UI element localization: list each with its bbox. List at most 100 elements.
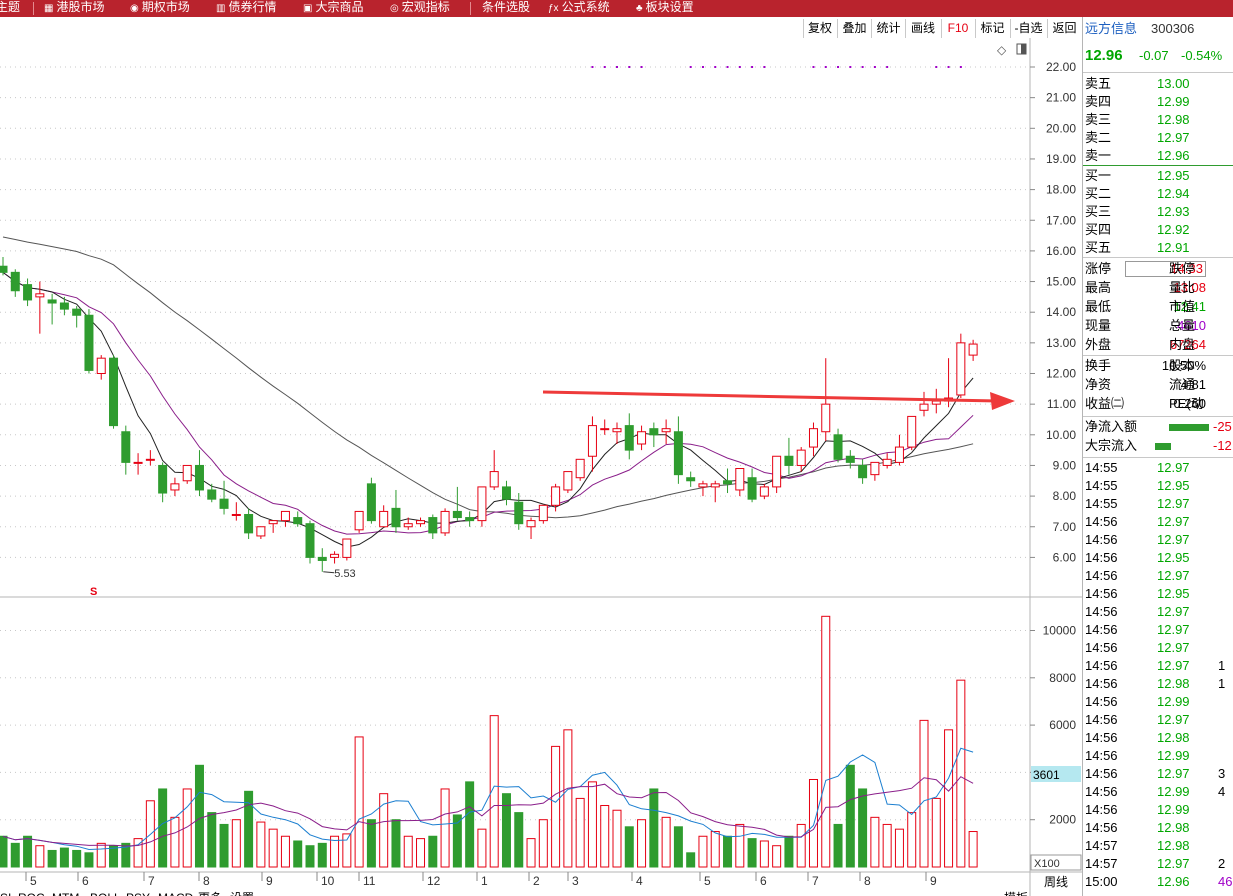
candle-body[interactable]	[109, 357, 119, 427]
menu-2[interactable]: ◉ 期权市场	[130, 0, 190, 17]
menu-6[interactable]: 条件选股	[482, 0, 530, 17]
candle-body[interactable]	[403, 523, 413, 528]
volume-bar[interactable]	[84, 852, 94, 868]
volume-bar[interactable]	[403, 835, 413, 868]
candle-body[interactable]	[624, 425, 634, 451]
template-button[interactable]: 模板	[1004, 891, 1028, 896]
volume-bar[interactable]	[231, 819, 241, 868]
volume-bar[interactable]	[710, 831, 720, 868]
volume-bar[interactable]	[35, 845, 45, 868]
toolbar-button-3[interactable]: 画线	[905, 19, 940, 38]
indicator-tab[interactable]: 设置	[230, 891, 254, 896]
candle-body[interactable]	[182, 464, 192, 482]
volume-bar[interactable]	[673, 826, 683, 868]
volume-bar[interactable]	[72, 849, 82, 868]
candle-body[interactable]	[330, 553, 340, 558]
volume-bar[interactable]	[968, 831, 978, 868]
candle-body[interactable]	[84, 314, 94, 371]
candle-body[interactable]	[673, 431, 683, 476]
candle-body[interactable]	[354, 510, 364, 531]
volume-bar[interactable]	[268, 828, 278, 868]
volume-bar[interactable]	[501, 793, 511, 868]
volume-bar[interactable]	[416, 838, 426, 868]
volume-bar[interactable]	[686, 852, 696, 868]
candle-body[interactable]	[551, 486, 561, 506]
candle-body[interactable]	[526, 520, 536, 528]
candle-body[interactable]	[489, 471, 499, 488]
volume-bar[interactable]	[440, 788, 450, 868]
candle-body[interactable]	[956, 342, 966, 396]
menu-8[interactable]: ♣ 板块设置	[636, 0, 694, 17]
toolbar-button-1[interactable]: 叠加	[837, 19, 871, 38]
volume-bar[interactable]	[526, 838, 536, 868]
candle-body[interactable]	[10, 271, 20, 292]
volume-bar[interactable]	[587, 781, 597, 868]
volume-bar[interactable]	[354, 736, 364, 868]
candle-body[interactable]	[0, 265, 8, 273]
candle-body[interactable]	[145, 458, 155, 461]
candle-body[interactable]	[784, 455, 794, 466]
volume-bar[interactable]	[207, 812, 217, 868]
candle-body[interactable]	[858, 464, 868, 479]
volume-bar[interactable]	[907, 812, 917, 868]
menu-1[interactable]: ▦ 港股市场	[44, 0, 104, 17]
menu-0[interactable]: 主题	[0, 0, 20, 17]
volume-bar[interactable]	[219, 823, 229, 868]
candle-body[interactable]	[23, 284, 33, 301]
volume-bar[interactable]	[342, 833, 352, 868]
volume-bar[interactable]	[23, 835, 33, 868]
volume-bar[interactable]	[772, 845, 782, 868]
candle-body[interactable]	[907, 415, 917, 448]
candle-body[interactable]	[158, 464, 168, 494]
candle-body[interactable]	[379, 510, 389, 528]
volume-bar[interactable]	[96, 842, 106, 868]
candle-body[interactable]	[256, 526, 266, 537]
volume-bar[interactable]	[170, 816, 180, 868]
volume-bar[interactable]	[59, 847, 69, 868]
candle-body[interactable]	[698, 483, 708, 488]
candle-body[interactable]	[538, 504, 548, 522]
candle-body[interactable]	[465, 517, 475, 522]
volume-bar[interactable]	[538, 819, 548, 868]
candle-body[interactable]	[244, 513, 254, 534]
candle-body[interactable]	[686, 477, 696, 482]
volume-bar[interactable]	[575, 797, 585, 868]
candle-body[interactable]	[59, 302, 69, 310]
volume-bar[interactable]	[391, 819, 401, 868]
candle-body[interactable]	[219, 498, 229, 509]
candle-body[interactable]	[563, 471, 573, 491]
volume-bar[interactable]	[747, 838, 757, 868]
candle-body[interactable]	[723, 480, 733, 485]
candle-body[interactable]	[612, 428, 622, 433]
candle-body[interactable]	[293, 517, 303, 525]
indicator-tab[interactable]: SI	[0, 891, 11, 896]
toolbar-button-0[interactable]: 复权	[803, 19, 836, 38]
volume-bar[interactable]	[612, 809, 622, 868]
volume-bar[interactable]	[845, 764, 855, 868]
menu-3[interactable]: ▥ 债券行情	[216, 0, 276, 17]
candle-body[interactable]	[600, 428, 610, 431]
volume-bar[interactable]	[280, 835, 290, 868]
indicator-tab[interactable]: PSY	[126, 891, 150, 896]
candle-body[interactable]	[735, 468, 745, 491]
volume-bar[interactable]	[428, 835, 438, 868]
candle-body[interactable]	[821, 403, 831, 433]
candle-body[interactable]	[268, 520, 278, 525]
volume-bar[interactable]	[317, 842, 327, 868]
volume-bar[interactable]	[514, 812, 524, 868]
volume-bar[interactable]	[919, 719, 929, 868]
indicator-tab[interactable]: ROC	[18, 891, 45, 896]
candle-body[interactable]	[575, 458, 585, 479]
volume-bar[interactable]	[109, 845, 119, 868]
indicator-tab[interactable]: MACD	[158, 891, 194, 896]
indicator-tab[interactable]: BOLL	[90, 891, 121, 896]
candle-body[interactable]	[587, 425, 597, 457]
candle-body[interactable]	[452, 510, 462, 519]
volume-bar[interactable]	[759, 840, 769, 868]
candle-body[interactable]	[170, 483, 180, 491]
candle-body[interactable]	[514, 501, 524, 525]
candle-body[interactable]	[919, 403, 929, 411]
candle-body[interactable]	[428, 517, 438, 534]
volume-bar[interactable]	[477, 828, 487, 868]
candle-body[interactable]	[772, 455, 782, 488]
